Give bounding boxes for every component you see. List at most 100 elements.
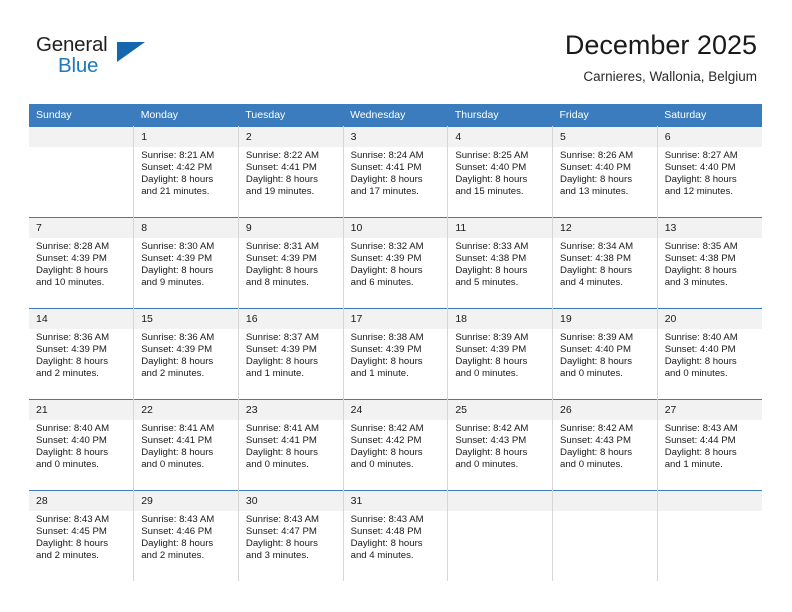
daylight-duration-line2: and 0 minutes. (560, 459, 623, 471)
day-number: 3 (343, 127, 448, 147)
sunrise-time: Sunrise: 8:36 AM (141, 332, 215, 343)
page-title: December 2025 (564, 30, 757, 60)
calendar-page: General Blue December 2025 Carnieres, Wa… (0, 0, 792, 612)
day-number: 25 (448, 400, 553, 420)
sunrise-time: Sunrise: 8:43 AM (141, 514, 215, 525)
calendar-day-cell[interactable]: 20 Sunrise: 8:40 AM Sunset: 4:40 PM Dayligh… (656, 308, 762, 400)
calendar-day-cell[interactable]: 11 Sunrise: 8:33 AM Sunset: 4:38 PM Dayligh… (447, 217, 554, 309)
calendar-day-cell[interactable]: 25 Sunrise: 8:42 AM Sunset: 4:43 PM Dayligh… (447, 399, 554, 491)
day-number: 8 (134, 218, 238, 238)
calendar-day-cell[interactable]: 18 Sunrise: 8:39 AM Sunset: 4:39 PM Dayligh… (447, 308, 554, 400)
calendar-day-cell[interactable]: 24 Sunrise: 8:42 AM Sunset: 4:42 PM Dayligh… (342, 399, 449, 491)
daylight-duration-line1: Daylight: 8 hours (350, 356, 423, 368)
calendar-week-row: 21 Sunrise: 8:40 AM Sunset: 4:40 PM Dayligh… (29, 399, 762, 491)
sunset-time: Sunset: 4:40 PM (455, 162, 527, 174)
calendar-day-cell[interactable]: 26 Sunrise: 8:42 AM Sunset: 4:43 PM Dayligh… (552, 399, 658, 491)
day-number: 22 (134, 400, 238, 420)
triangle-icon (117, 42, 145, 62)
day-details: Sunrise: 8:41 AM Sunset: 4:41 PM Daylight:… (239, 420, 343, 471)
day-details: Sunrise: 8:26 AM Sunset: 4:40 PM Daylight:… (553, 147, 657, 198)
day-number: 21 (29, 400, 134, 420)
daylight-duration-line2: and 0 minutes. (455, 459, 519, 471)
sunrise-time: Sunrise: 8:34 AM (560, 241, 634, 252)
daylight-duration-line2: and 13 minutes. (560, 186, 629, 198)
daylight-duration-line1: Daylight: 8 hours (350, 174, 423, 186)
sunrise-time: Sunrise: 8:28 AM (36, 241, 110, 252)
daylight-duration-line1: Daylight: 8 hours (560, 174, 633, 186)
calendar-day-cell[interactable]: 23 Sunrise: 8:41 AM Sunset: 4:41 PM Dayligh… (237, 399, 344, 491)
day-number: 4 (448, 127, 553, 147)
day-details: Sunrise: 8:40 AM Sunset: 4:40 PM Daylight:… (658, 329, 762, 380)
calendar-day-cell[interactable]: 14 Sunrise: 8:36 AM Sunset: 4:39 PM Dayligh… (29, 308, 135, 400)
calendar-day-cell[interactable]: 22 Sunrise: 8:41 AM Sunset: 4:41 PM Dayligh… (133, 399, 239, 491)
logo-text-blue: Blue (58, 54, 99, 77)
sunset-time: Sunset: 4:39 PM (141, 253, 213, 265)
calendar-day-cell[interactable]: 13 Sunrise: 8:35 AM Sunset: 4:38 PM Dayligh… (656, 217, 762, 309)
daylight-duration-line1: Daylight: 8 hours (141, 265, 214, 277)
calendar-day-cell[interactable]: 10 Sunrise: 8:32 AM Sunset: 4:39 PM Dayligh… (342, 217, 449, 309)
day-number: 10 (343, 218, 448, 238)
calendar-day-cell[interactable]: 15 Sunrise: 8:36 AM Sunset: 4:39 PM Dayligh… (133, 308, 239, 400)
calendar-day-cell[interactable]: 30 Sunrise: 8:43 AM Sunset: 4:47 PM Dayligh… (237, 490, 344, 581)
day-number: 29 (134, 491, 238, 511)
sunrise-time: Sunrise: 8:41 AM (245, 423, 319, 434)
generalblue-logo[interactable]: General Blue (36, 33, 166, 83)
daylight-duration-line2: and 15 minutes. (455, 186, 524, 198)
daylight-duration-line1: Daylight: 8 hours (245, 356, 318, 368)
day-number: 13 (657, 218, 762, 238)
day-number: 11 (448, 218, 553, 238)
daylight-duration-line1: Daylight: 8 hours (560, 265, 633, 277)
sunrise-time: Sunrise: 8:43 AM (36, 514, 110, 525)
calendar-day-cell[interactable]: 1 Sunrise: 8:21 AM Sunset: 4:42 PM Daylight… (133, 126, 239, 218)
calendar-day-cell[interactable]: 29 Sunrise: 8:43 AM Sunset: 4:46 PM Dayligh… (133, 490, 239, 581)
sunrise-time: Sunrise: 8:40 AM (664, 332, 738, 343)
daylight-duration-line2: and 0 minutes. (245, 459, 309, 471)
day-details: Sunrise: 8:24 AM Sunset: 4:41 PM Daylight:… (344, 147, 448, 198)
daylight-duration-line2: and 19 minutes. (245, 186, 315, 198)
daylight-duration-line2: and 0 minutes. (560, 368, 623, 380)
calendar-week-row: 14 Sunrise: 8:36 AM Sunset: 4:39 PM Dayligh… (29, 308, 762, 400)
daylight-duration-line2: and 5 minutes. (455, 277, 519, 289)
calendar-day-cell[interactable]: 4 Sunrise: 8:25 AM Sunset: 4:40 PM Daylight… (447, 126, 554, 218)
calendar-day-cell[interactable]: 17 Sunrise: 8:38 AM Sunset: 4:39 PM Dayligh… (342, 308, 449, 400)
sunrise-time: Sunrise: 8:41 AM (141, 423, 215, 434)
calendar-empty-cell (552, 490, 658, 581)
day-details: Sunrise: 8:32 AM Sunset: 4:39 PM Daylight:… (344, 238, 448, 289)
calendar-day-cell[interactable]: 12 Sunrise: 8:34 AM Sunset: 4:38 PM Dayligh… (552, 217, 658, 309)
day-details: Sunrise: 8:22 AM Sunset: 4:41 PM Daylight:… (239, 147, 343, 198)
day-number: 28 (29, 491, 134, 511)
day-details: Sunrise: 8:36 AM Sunset: 4:39 PM Daylight:… (134, 329, 238, 380)
daylight-duration-line1: Daylight: 8 hours (350, 265, 423, 277)
day-details: Sunrise: 8:42 AM Sunset: 4:43 PM Daylight:… (448, 420, 552, 471)
daylight-duration-line1: Daylight: 8 hours (455, 356, 528, 368)
calendar-day-cell[interactable]: 16 Sunrise: 8:37 AM Sunset: 4:39 PM Dayligh… (237, 308, 344, 400)
calendar-day-cell[interactable]: 9 Sunrise: 8:31 AM Sunset: 4:39 PM Daylight… (237, 217, 344, 309)
sunset-time: Sunset: 4:39 PM (245, 344, 317, 356)
daylight-duration-line1: Daylight: 8 hours (141, 538, 214, 550)
day-number (448, 491, 553, 511)
day-details: Sunrise: 8:34 AM Sunset: 4:38 PM Daylight:… (553, 238, 657, 289)
calendar-day-cell[interactable]: 21 Sunrise: 8:40 AM Sunset: 4:40 PM Dayligh… (29, 399, 135, 491)
day-number: 16 (238, 309, 343, 329)
calendar-day-cell[interactable]: 28 Sunrise: 8:43 AM Sunset: 4:45 PM Dayligh… (29, 490, 135, 581)
daylight-duration-line1: Daylight: 8 hours (141, 356, 214, 368)
day-details: Sunrise: 8:43 AM Sunset: 4:48 PM Daylight:… (344, 511, 448, 562)
weekday-header-saturday: Saturday (657, 104, 762, 127)
calendar-day-cell[interactable]: 7 Sunrise: 8:28 AM Sunset: 4:39 PM Daylight… (29, 217, 135, 309)
sunset-time: Sunset: 4:39 PM (141, 344, 213, 356)
calendar-day-cell[interactable]: 5 Sunrise: 8:26 AM Sunset: 4:40 PM Daylight… (552, 126, 658, 218)
calendar-day-cell[interactable]: 31 Sunrise: 8:43 AM Sunset: 4:48 PM Dayligh… (342, 490, 449, 581)
sunset-time: Sunset: 4:39 PM (36, 344, 107, 356)
calendar-day-cell[interactable]: 8 Sunrise: 8:30 AM Sunset: 4:39 PM Daylight… (133, 217, 239, 309)
calendar-day-cell[interactable]: 27 Sunrise: 8:43 AM Sunset: 4:44 PM Dayligh… (656, 399, 762, 491)
calendar-empty-cell (447, 490, 554, 581)
daylight-duration-line2: and 0 minutes. (455, 368, 519, 380)
calendar-day-cell[interactable]: 3 Sunrise: 8:24 AM Sunset: 4:41 PM Daylight… (342, 126, 449, 218)
calendar-day-cell[interactable]: 2 Sunrise: 8:22 AM Sunset: 4:41 PM Daylight… (237, 126, 344, 218)
daylight-duration-line1: Daylight: 8 hours (455, 447, 528, 459)
daylight-duration-line2: and 0 minutes. (664, 368, 728, 380)
daylight-duration-line1: Daylight: 8 hours (245, 447, 318, 459)
calendar-day-cell[interactable]: 6 Sunrise: 8:27 AM Sunset: 4:40 PM Daylight… (656, 126, 762, 218)
sunrise-time: Sunrise: 8:32 AM (350, 241, 424, 252)
calendar-day-cell[interactable]: 19 Sunrise: 8:39 AM Sunset: 4:40 PM Dayligh… (552, 308, 658, 400)
